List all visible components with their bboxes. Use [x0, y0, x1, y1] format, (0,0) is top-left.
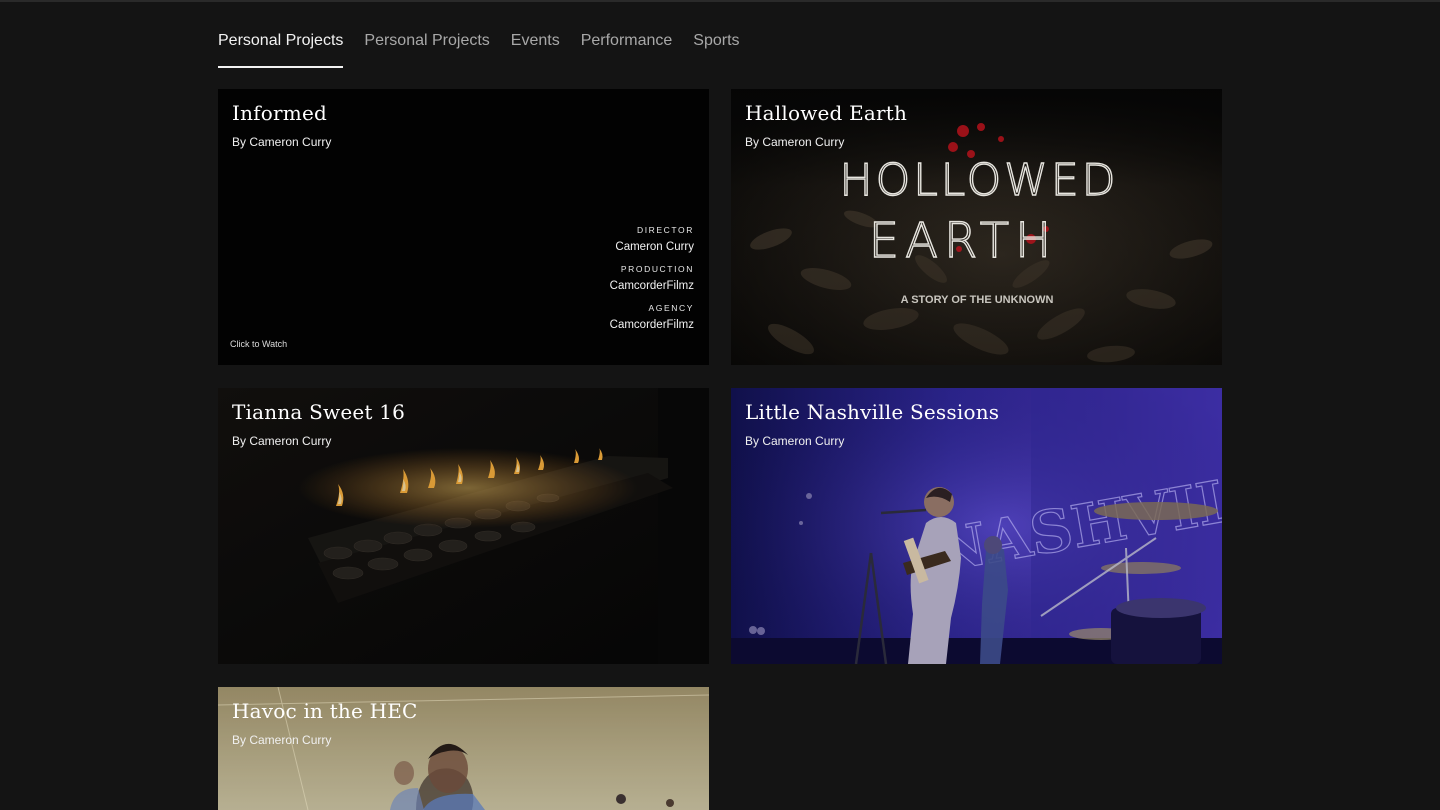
project-card-havoc-in-the-hec[interactable]: Havoc in the HEC By Cameron Curry: [218, 687, 709, 810]
credit-name-production: CamcorderFilmz: [609, 280, 694, 292]
tab-sports[interactable]: Sports: [693, 30, 739, 66]
tab-personal-projects[interactable]: Personal Projects: [364, 30, 489, 66]
project-card-tianna-sweet-16[interactable]: Tianna Sweet 16 By Cameron Curry: [218, 388, 709, 664]
credit-role-production: PRODUCTION: [620, 264, 694, 274]
card-byline: By Cameron Curry: [232, 733, 332, 747]
card-byline: By Cameron Curry: [232, 135, 332, 149]
card-title: Tianna Sweet 16: [232, 400, 406, 424]
poster-line-1: HOLLOWED: [840, 155, 1119, 206]
card-title: Informed: [232, 101, 327, 125]
tab-events[interactable]: Events: [511, 30, 560, 66]
project-card-informed[interactable]: Informed By Cameron Curry DIRECTOR Camer…: [218, 89, 709, 365]
poster-title-art: HOLLOWED EARTH A STORY OF THE UNKNOWN: [839, 154, 1119, 306]
card-thumbnail-fireplace: [218, 388, 709, 664]
card-byline: By Cameron Curry: [232, 434, 332, 448]
card-title: Havoc in the HEC: [232, 699, 418, 723]
card-title: Little Nashville Sessions: [745, 400, 1000, 424]
credit-name-director: Cameron Curry: [615, 241, 694, 253]
credit-role-director: DIRECTOR: [636, 225, 694, 235]
project-card-little-nashville-sessions[interactable]: NASHVILLE Little Nashville Sessions By C…: [731, 388, 1222, 664]
click-to-watch-label[interactable]: Click to Watch: [230, 339, 287, 349]
credits-block: DIRECTOR Cameron Curry PRODUCTION Camcor…: [610, 225, 694, 331]
poster-line-2: EARTH: [869, 213, 1057, 269]
card-byline: By Cameron Curry: [745, 135, 845, 149]
credit-role-agency: AGENCY: [648, 303, 694, 313]
tab-performance[interactable]: Performance: [581, 30, 673, 66]
project-card-hallowed-earth[interactable]: HOLLOWED EARTH A STORY OF THE UNKNOWN Ha…: [731, 89, 1222, 365]
top-divider: [0, 0, 1440, 2]
category-tabs: Personal Projects Personal Projects Even…: [218, 30, 761, 68]
card-thumbnail-concert: NASHVILLE: [731, 388, 1222, 664]
credit-name-agency: CamcorderFilmz: [609, 319, 694, 331]
poster-tagline: A STORY OF THE UNKNOWN: [901, 294, 1054, 306]
tab-personal-projects-active[interactable]: Personal Projects: [218, 30, 344, 68]
card-title: Hallowed Earth: [745, 101, 908, 125]
card-byline: By Cameron Curry: [745, 434, 845, 448]
